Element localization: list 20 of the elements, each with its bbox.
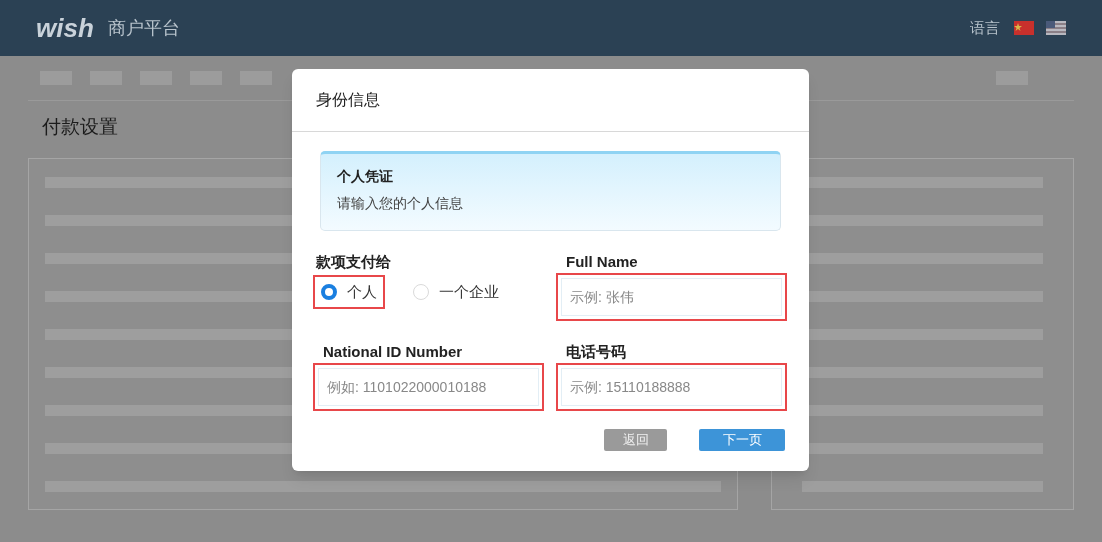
notice-title: 个人凭证: [337, 167, 393, 186]
usa-flag-icon[interactable]: [1046, 21, 1066, 35]
input-field[interactable]: 示例: 张伟: [561, 278, 782, 316]
notice-text: 请输入您的个人信息: [337, 194, 464, 213]
radio-option[interactable]: 个人: [313, 275, 385, 309]
china-flag-icon[interactable]: [1014, 21, 1034, 35]
field-label: National ID Number: [323, 342, 464, 361]
platform-title: 商户平台: [107, 16, 180, 40]
next-button[interactable]: 下一页: [699, 429, 785, 451]
input-field[interactable]: 例如: 1101022000010188: [318, 368, 539, 406]
logo: wish: [36, 11, 94, 45]
field-label: Full Name: [566, 252, 639, 271]
field-label: 款项支付给: [316, 252, 392, 271]
dialog-title: 身份信息: [316, 90, 380, 110]
input-field[interactable]: 示例: 15110188888: [561, 368, 782, 406]
radio-button[interactable]: [321, 284, 337, 300]
page-title: 付款设置: [42, 116, 118, 137]
radio-option[interactable]: 一个企业: [405, 275, 507, 309]
field-label: 电话号码: [566, 342, 627, 361]
language-label[interactable]: 语言: [970, 16, 1000, 40]
